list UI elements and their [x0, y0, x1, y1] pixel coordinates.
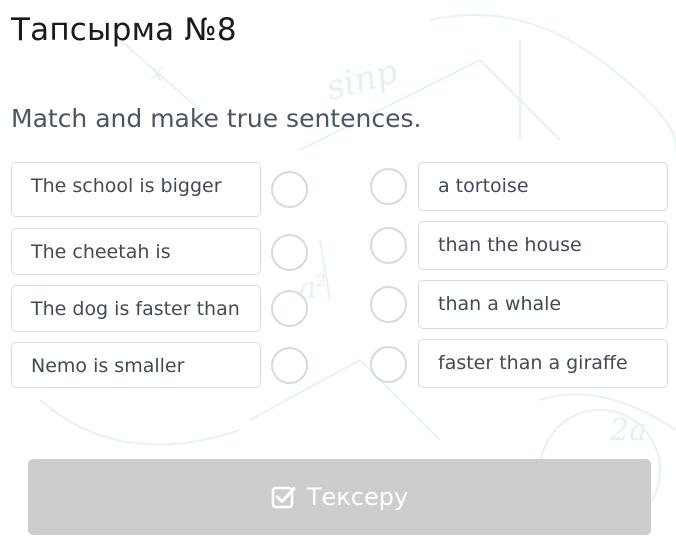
right-item-2[interactable]: than the house: [418, 221, 668, 270]
svg-text:2a: 2a: [609, 413, 647, 448]
left-connector-4[interactable]: [271, 347, 308, 384]
right-connector-2[interactable]: [370, 227, 407, 264]
left-item-1[interactable]: The school is bigger: [11, 162, 261, 217]
right-item-label: than a whale: [438, 293, 562, 315]
check-button-label: Тексеру: [306, 483, 409, 511]
check-square-icon: [271, 485, 297, 509]
left-connector-2[interactable]: [271, 234, 308, 271]
left-item-4[interactable]: Nemo is smaller: [11, 342, 261, 388]
task-title: Тапсырма №8: [11, 12, 237, 48]
left-item-label: The school is bigger: [31, 175, 222, 197]
right-connector-1[interactable]: [370, 168, 407, 205]
left-item-label: The cheetah is: [31, 241, 171, 263]
left-connector-1[interactable]: [271, 171, 308, 208]
right-connector-3[interactable]: [370, 286, 407, 323]
right-item-label: a tortoise: [438, 175, 529, 197]
check-button[interactable]: Тексеру: [28, 459, 651, 535]
task-instruction: Match and make true sentences.: [11, 104, 422, 133]
left-item-2[interactable]: The cheetah is: [11, 228, 261, 275]
left-item-label: The dog is faster than: [31, 298, 240, 320]
left-item-label: Nemo is smaller: [31, 355, 185, 377]
right-item-4[interactable]: faster than a giraffe: [418, 339, 668, 388]
svg-text:x: x: [150, 58, 164, 86]
right-item-3[interactable]: than a whale: [418, 280, 668, 329]
right-item-label: than the house: [438, 234, 582, 256]
right-item-1[interactable]: a tortoise: [418, 162, 668, 211]
left-connector-3[interactable]: [271, 290, 308, 327]
svg-text:sinp: sinp: [322, 51, 402, 108]
right-connector-4[interactable]: [370, 346, 407, 383]
right-item-label: faster than a giraffe: [438, 352, 628, 374]
left-item-3[interactable]: The dog is faster than: [11, 285, 261, 332]
